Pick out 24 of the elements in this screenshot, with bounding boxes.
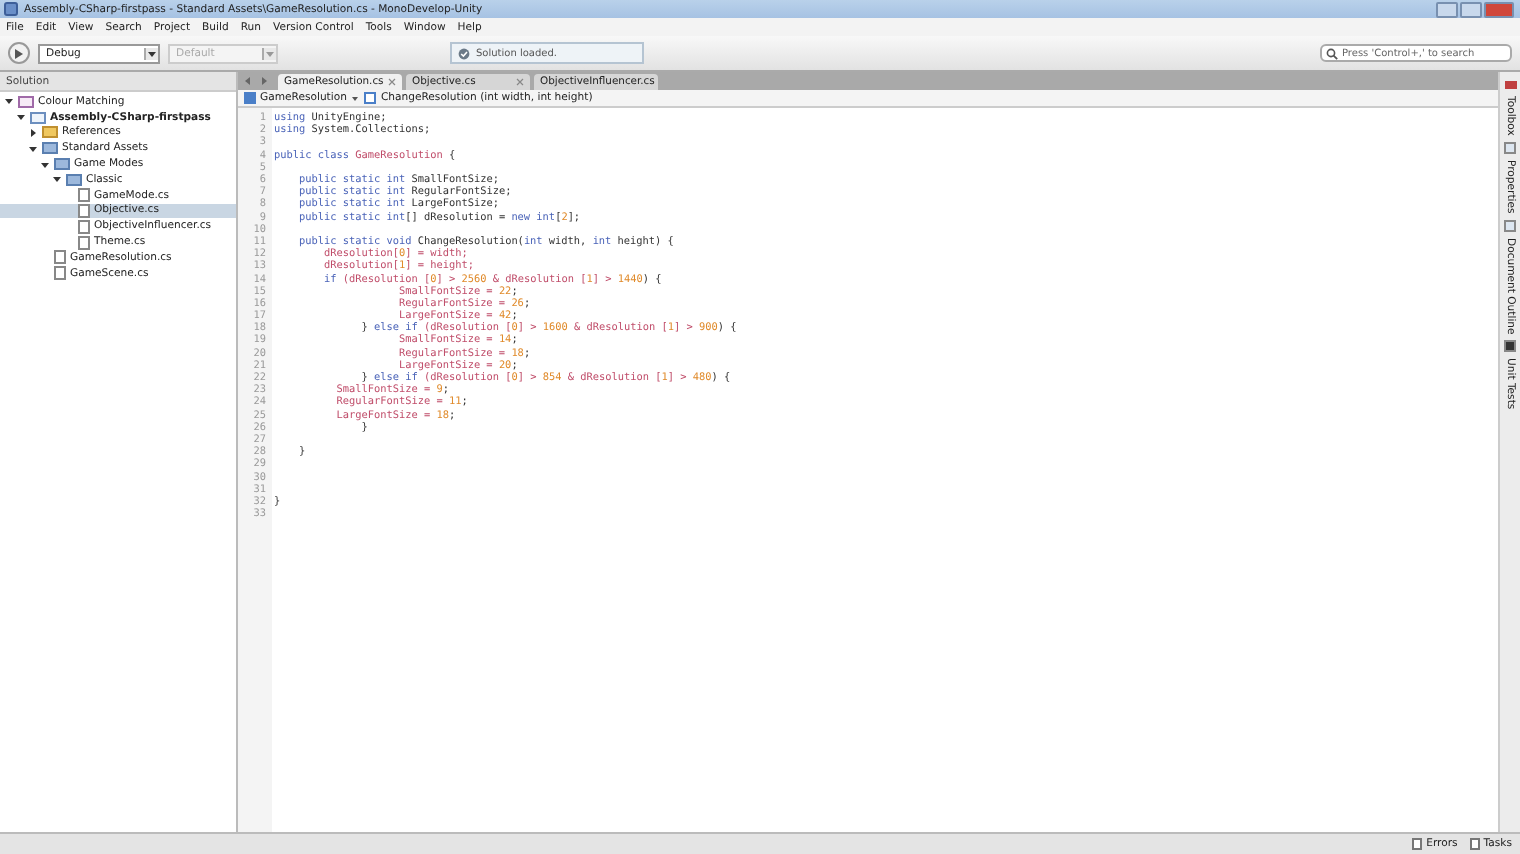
expander-icon[interactable]	[28, 143, 38, 154]
check-icon	[458, 47, 470, 59]
panel-icon	[1504, 141, 1516, 154]
list-icon	[1412, 838, 1423, 850]
play-icon	[14, 47, 24, 59]
app-icon	[4, 2, 18, 16]
solution-icon	[18, 95, 34, 108]
expander-icon[interactable]	[40, 159, 50, 170]
class-icon	[244, 92, 256, 104]
expander-icon[interactable]	[16, 112, 26, 123]
expander-icon[interactable]	[52, 174, 62, 185]
expander-icon[interactable]	[4, 96, 14, 107]
caret-icon	[262, 47, 276, 59]
close-icon[interactable]	[388, 78, 396, 86]
project-icon	[30, 111, 46, 124]
caret-icon	[144, 47, 158, 59]
search-icon	[1326, 47, 1338, 59]
panel-icon	[1504, 219, 1516, 232]
list-icon	[1469, 838, 1480, 850]
toolbox-icon	[1503, 78, 1517, 90]
expander-icon[interactable]	[28, 127, 38, 138]
close-button[interactable]	[1484, 1, 1514, 17]
run-button[interactable]	[8, 42, 30, 64]
panel-icon	[1504, 339, 1516, 352]
